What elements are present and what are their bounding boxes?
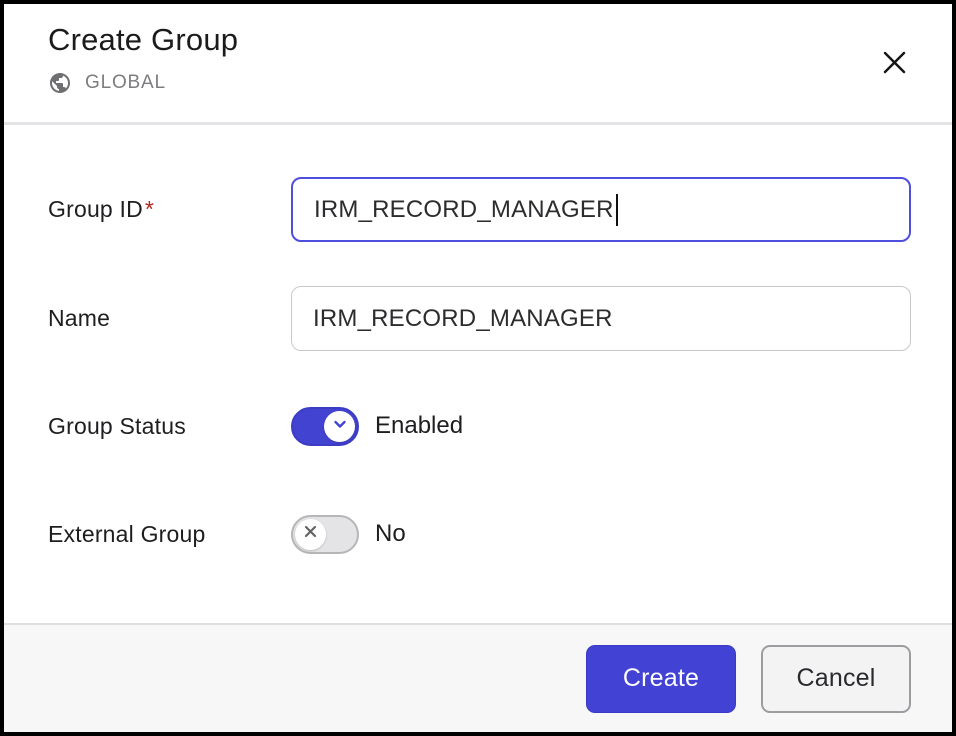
globe-icon <box>48 71 72 95</box>
external-group-toggle[interactable] <box>291 515 359 554</box>
group-id-label: Group ID* <box>48 196 291 223</box>
dialog-header: Create Group GLOBAL <box>4 4 952 125</box>
create-group-dialog: Create Group GLOBAL Group ID* <box>0 0 956 736</box>
text-caret <box>616 194 618 226</box>
close-button[interactable] <box>876 46 912 82</box>
external-group-toggle-cell: No <box>291 515 911 554</box>
external-group-state-label: No <box>375 520 406 548</box>
dialog-title: Create Group <box>48 22 908 58</box>
group-status-state-label: Enabled <box>375 412 463 440</box>
name-input[interactable]: IRM_RECORD_MANAGER <box>291 286 911 351</box>
cancel-button[interactable]: Cancel <box>761 645 911 713</box>
dialog-body: Group ID* IRM_RECORD_MANAGER Name IRM_RE… <box>4 125 952 623</box>
field-row-external-group: External Group No <box>48 514 911 554</box>
toggle-knob <box>295 519 326 550</box>
group-status-label: Group Status <box>48 413 291 440</box>
chevron-down-icon <box>331 415 349 438</box>
name-input-value: IRM_RECORD_MANAGER <box>313 305 613 333</box>
create-button[interactable]: Create <box>586 645 736 713</box>
name-label: Name <box>48 305 291 332</box>
required-marker: * <box>145 196 154 222</box>
group-id-input[interactable]: IRM_RECORD_MANAGER <box>291 177 911 242</box>
scope-row: GLOBAL <box>48 71 908 95</box>
group-id-input-value: IRM_RECORD_MANAGER <box>314 196 614 224</box>
field-row-name: Name IRM_RECORD_MANAGER <box>48 286 911 351</box>
scope-label: GLOBAL <box>85 72 166 94</box>
field-row-group-id: Group ID* IRM_RECORD_MANAGER <box>48 177 911 242</box>
toggle-knob <box>324 411 355 442</box>
dialog-footer: Create Cancel <box>4 623 952 732</box>
external-group-label: External Group <box>48 521 291 548</box>
close-icon <box>881 49 908 79</box>
group-id-label-text: Group ID <box>48 196 143 222</box>
group-status-toggle-cell: Enabled <box>291 407 911 446</box>
field-row-group-status: Group Status Enabled <box>48 406 911 446</box>
group-status-toggle[interactable] <box>291 407 359 446</box>
x-icon <box>302 523 319 545</box>
